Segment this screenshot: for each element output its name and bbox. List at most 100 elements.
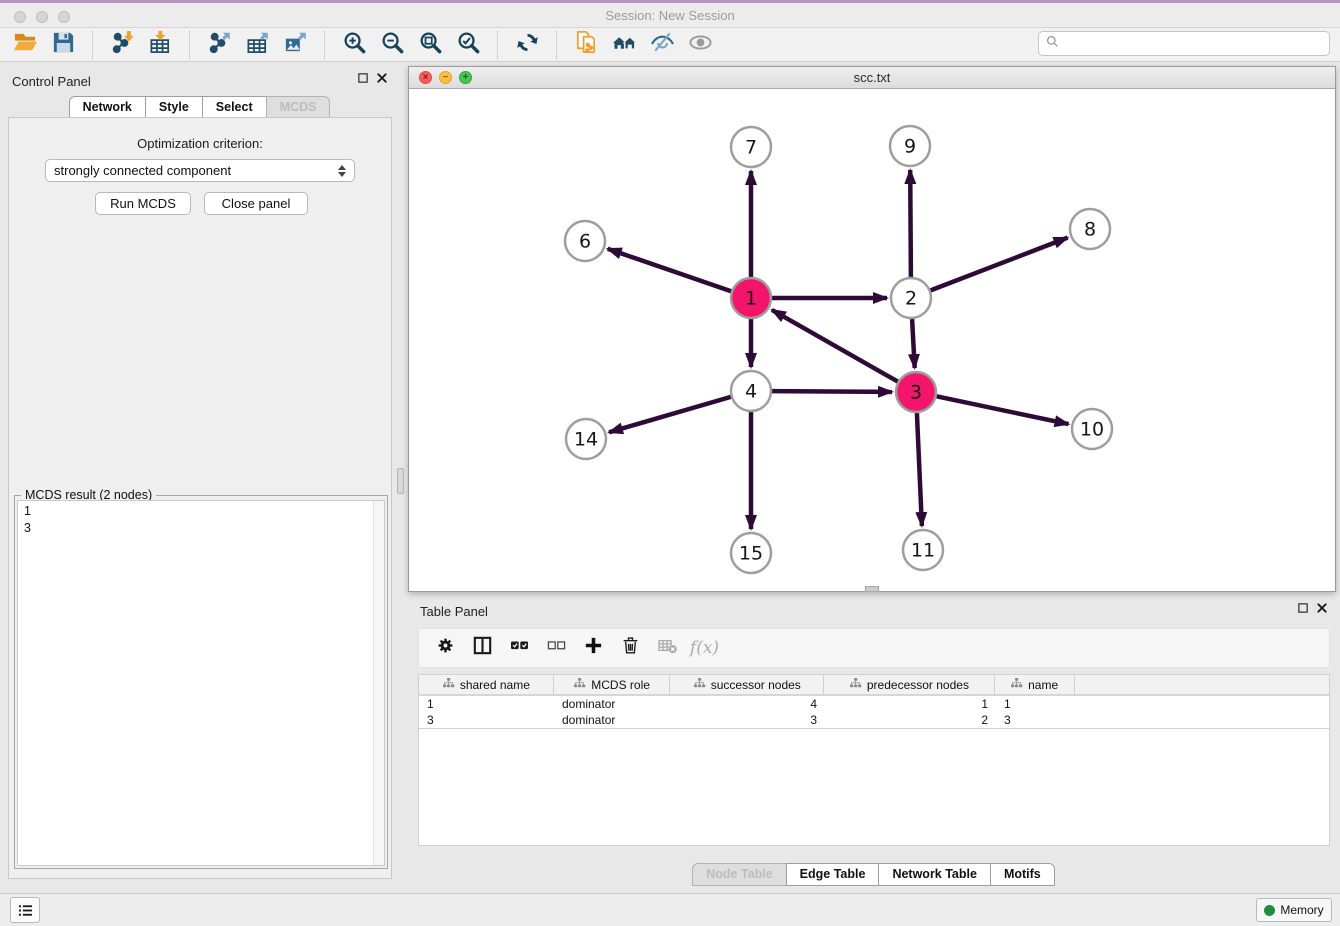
zoom-out-button[interactable]: [373, 30, 411, 60]
result-scrollbar[interactable]: [373, 501, 384, 865]
houses-icon: [612, 30, 637, 60]
add-button[interactable]: [575, 633, 612, 663]
control-panel-float-icon[interactable]: [357, 72, 369, 87]
hierarchy-icon: [693, 677, 706, 693]
tab-node-table[interactable]: Node Table: [692, 863, 786, 886]
task-history-button[interactable]: [10, 897, 40, 923]
houses-button[interactable]: [605, 30, 643, 60]
network-window-titlebar[interactable]: × − + scc.txt: [409, 67, 1335, 89]
fx-icon: f(x): [690, 638, 719, 658]
column-header-shared-name[interactable]: shared name: [419, 675, 554, 694]
table-cell[interactable]: 1: [825, 696, 996, 712]
table-cell[interactable]: dominator: [554, 696, 671, 712]
zoom-in-icon: [342, 30, 367, 60]
open-folder-button[interactable]: [6, 30, 44, 60]
tab-style[interactable]: Style: [145, 96, 203, 119]
graph-node-label-4: 4: [745, 381, 757, 403]
column-header-predecessor-nodes[interactable]: predecessor nodes: [824, 675, 995, 694]
refresh-button[interactable]: [508, 30, 546, 60]
refresh-icon: [515, 30, 540, 60]
export-network-button[interactable]: [200, 30, 238, 60]
table-panel-float-icon[interactable]: [1297, 602, 1309, 617]
search-input[interactable]: [1064, 36, 1323, 51]
mcds-result-textarea[interactable]: 13: [17, 500, 385, 866]
hierarchy-icon: [442, 677, 455, 693]
zoom-in-button[interactable]: [335, 30, 373, 60]
column-label: name: [1028, 678, 1058, 692]
memory-button[interactable]: Memory: [1256, 898, 1332, 922]
network-splitter-grip[interactable]: [865, 586, 879, 592]
control-panel-close-icon[interactable]: [376, 72, 388, 87]
duplicate-network-button[interactable]: [567, 30, 605, 60]
table-cell[interactable]: 4: [671, 696, 825, 712]
trash-button[interactable]: [612, 633, 649, 663]
hierarchy-icon: [573, 677, 586, 693]
network-graph-canvas[interactable]: 7968124314101511: [409, 89, 1335, 591]
column-header-successor-nodes[interactable]: successor nodes: [670, 675, 824, 694]
table-cell[interactable]: 3: [419, 712, 554, 728]
uncheck-all-icon: [546, 635, 567, 661]
graph-edge-3-11[interactable]: [917, 413, 922, 526]
hierarchy-icon: [849, 677, 862, 693]
graph-edge-2-3[interactable]: [912, 319, 915, 368]
table-panel-close-icon[interactable]: [1316, 602, 1328, 617]
tab-network-table[interactable]: Network Table: [878, 863, 991, 886]
check-all-icon: [509, 635, 530, 661]
column-header-name[interactable]: name: [995, 675, 1075, 694]
table-row[interactable]: 1dominator411: [419, 696, 1329, 712]
eye-slash-icon: [650, 30, 675, 60]
export-image-button[interactable]: [276, 30, 314, 60]
eye-button[interactable]: [681, 30, 719, 60]
uncheck-all-button[interactable]: [538, 633, 575, 663]
save-icon: [51, 30, 76, 60]
delete-table-button: [649, 633, 686, 663]
table-cell[interactable]: 2: [825, 712, 996, 728]
run-mcds-button[interactable]: Run MCDS: [95, 192, 191, 215]
tab-network[interactable]: Network: [69, 96, 146, 119]
table-cell[interactable]: dominator: [554, 712, 671, 728]
toolbar-separator: [324, 31, 325, 59]
zoom-fit-icon: [418, 30, 443, 60]
gear-icon: [435, 635, 456, 661]
tab-motifs[interactable]: Motifs: [990, 863, 1055, 886]
export-table-button[interactable]: [238, 30, 276, 60]
search-icon: [1045, 34, 1060, 54]
tab-select[interactable]: Select: [202, 96, 267, 119]
mcds-result-line: 1: [24, 503, 378, 520]
graph-edge-2-8[interactable]: [931, 238, 1068, 291]
mcds-result-groupbox: MCDS result (2 nodes) 13: [14, 495, 388, 869]
eye-slash-button[interactable]: [643, 30, 681, 60]
status-bar: Memory: [0, 893, 1340, 926]
graph-edge-4-3[interactable]: [772, 391, 892, 392]
graph-edge-2-9[interactable]: [910, 170, 911, 277]
zoom-fit-button[interactable]: [411, 30, 449, 60]
import-network-button[interactable]: [103, 30, 141, 60]
table-cell[interactable]: 1: [419, 696, 554, 712]
network-view-window: × − + scc.txt 7968124314101511: [408, 66, 1336, 592]
panel-splitter-grip[interactable]: [397, 468, 404, 494]
graph-edge-3-10[interactable]: [937, 396, 1069, 424]
table-cell[interactable]: 3: [671, 712, 825, 728]
save-button[interactable]: [44, 30, 82, 60]
zoom-out-icon: [380, 30, 405, 60]
import-table-button[interactable]: [141, 30, 179, 60]
table-cell[interactable]: 3: [996, 712, 1076, 728]
tab-edge-table[interactable]: Edge Table: [786, 863, 880, 886]
graph-edge-3-1[interactable]: [772, 310, 898, 382]
table-cell[interactable]: 1: [996, 696, 1076, 712]
graph-edge-1-6[interactable]: [608, 249, 731, 291]
graph-edge-4-14[interactable]: [609, 397, 731, 432]
columns-button[interactable]: [464, 633, 501, 663]
table-row[interactable]: 3dominator323: [419, 712, 1329, 728]
gear-button[interactable]: [427, 633, 464, 663]
check-all-button[interactable]: [501, 633, 538, 663]
search-box[interactable]: [1038, 31, 1330, 56]
close-panel-button[interactable]: Close panel: [204, 192, 308, 215]
tab-mcds[interactable]: MCDS: [266, 96, 331, 119]
graph-node-label-7: 7: [745, 137, 757, 159]
column-header-MCDS-role[interactable]: MCDS role: [554, 675, 671, 694]
app-title-bar: Session: New Session: [0, 0, 1340, 28]
control-panel-header: Control Panel: [12, 70, 400, 92]
optimization-criterion-dropdown[interactable]: strongly connected component: [45, 159, 355, 182]
zoom-selected-button[interactable]: [449, 30, 487, 60]
